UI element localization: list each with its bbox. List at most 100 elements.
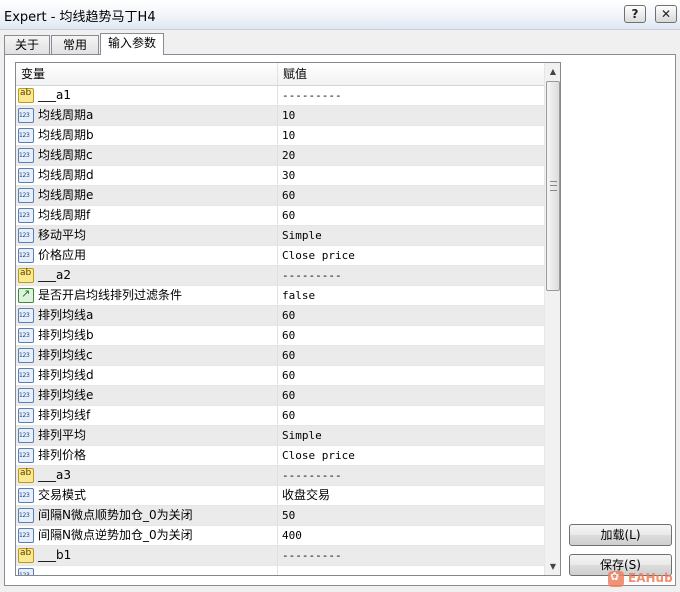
value-cell[interactable]: 60 xyxy=(278,366,544,385)
table-row[interactable]: 交易模式 收盘交易 xyxy=(16,486,544,506)
table-row[interactable]: ___b1 --------- xyxy=(16,546,544,566)
variable-cell[interactable]: 交易模式 xyxy=(16,486,278,505)
value-cell[interactable]: 60 xyxy=(278,326,544,345)
table-row[interactable]: 排列均线f 60 xyxy=(16,406,544,426)
value-cell[interactable]: 50 xyxy=(278,506,544,525)
value-cell[interactable]: 30 xyxy=(278,166,544,185)
value-cell[interactable]: Close price xyxy=(278,446,544,465)
table-row[interactable]: 排列均线d 60 xyxy=(16,366,544,386)
number-type-icon xyxy=(18,168,34,183)
variable-cell[interactable]: 均线周期d xyxy=(16,166,278,185)
variable-cell[interactable]: 排列均线b xyxy=(16,326,278,345)
table-row[interactable]: ___a2 --------- xyxy=(16,266,544,286)
value-cell[interactable]: 60 xyxy=(278,306,544,325)
table-row[interactable]: 均线周期b 10 xyxy=(16,126,544,146)
number-type-icon xyxy=(18,508,34,523)
variable-name: 移动平均 xyxy=(38,228,87,242)
variable-name: 均线周期c xyxy=(38,148,93,162)
value-cell[interactable]: Close price xyxy=(278,246,544,265)
value-cell[interactable]: --------- xyxy=(278,546,544,565)
variable-cell[interactable]: 均线周期c xyxy=(16,146,278,165)
variable-cell[interactable]: 间隔N微点顺势加仓_0为关闭 xyxy=(16,506,278,525)
tab-inputs[interactable]: 输入参数 xyxy=(100,33,164,55)
column-header-variable[interactable]: 变量 xyxy=(16,63,278,85)
boolean-type-icon xyxy=(18,287,34,303)
variable-cell[interactable]: 排列均线e xyxy=(16,386,278,405)
table-row[interactable]: 排列均线e 60 xyxy=(16,386,544,406)
watermark: EAHub xyxy=(608,570,676,588)
string-type-icon xyxy=(18,88,34,103)
value-cell[interactable]: 60 xyxy=(278,206,544,225)
number-type-icon xyxy=(18,428,34,443)
variable-cell[interactable]: ___a3 xyxy=(16,466,278,485)
vertical-scrollbar[interactable]: ▲ ▼ xyxy=(544,63,560,575)
value-cell[interactable]: 60 xyxy=(278,386,544,405)
variable-cell[interactable]: 是否开启均线排列过滤条件 xyxy=(16,286,278,305)
value-cell[interactable]: --------- xyxy=(278,466,544,485)
table-row[interactable]: 排列平均 Simple xyxy=(16,426,544,446)
value-cell[interactable]: 10 xyxy=(278,106,544,125)
variable-cell[interactable]: 排列价格 xyxy=(16,446,278,465)
value-cell[interactable]: --------- xyxy=(278,266,544,285)
help-button[interactable]: ? xyxy=(624,5,646,23)
variable-cell[interactable]: 排列平均 xyxy=(16,426,278,445)
value-cell[interactable]: 60 xyxy=(278,406,544,425)
variable-cell[interactable]: 排列均线f xyxy=(16,406,278,425)
variable-name: 间隔N微点顺势加仓_0为关闭 xyxy=(38,508,193,522)
variable-cell[interactable]: 排列均线c xyxy=(16,346,278,365)
variable-cell[interactable]: 价格应用 xyxy=(16,246,278,265)
value-cell[interactable] xyxy=(278,566,544,575)
load-button[interactable]: 加载(L) xyxy=(569,524,672,546)
variable-cell[interactable]: 移动平均 xyxy=(16,226,278,245)
value-cell[interactable]: 收盘交易 xyxy=(278,486,544,505)
value-cell[interactable]: 400 xyxy=(278,526,544,545)
tab-common[interactable]: 常用 xyxy=(51,35,99,54)
variable-cell[interactable]: 排列均线d xyxy=(16,366,278,385)
table-row[interactable]: 移动平均 Simple xyxy=(16,226,544,246)
table-row[interactable]: ___a3 --------- xyxy=(16,466,544,486)
value-cell[interactable]: Simple xyxy=(278,226,544,245)
table-row[interactable]: 间隔N微点逆势加仓_0为关闭 400 xyxy=(16,526,544,546)
table-row[interactable]: 排列均线c 60 xyxy=(16,346,544,366)
value-cell[interactable]: --------- xyxy=(278,86,544,105)
table-row[interactable]: 排列均线b 60 xyxy=(16,326,544,346)
table-row[interactable]: 均线周期d 30 xyxy=(16,166,544,186)
variable-cell[interactable]: 均线周期e xyxy=(16,186,278,205)
grip-icon xyxy=(550,181,557,191)
value-cell[interactable]: 10 xyxy=(278,126,544,145)
grid-header: 变量 赋值 xyxy=(16,63,544,86)
tab-about[interactable]: 关于 xyxy=(4,35,50,54)
value-cell[interactable]: Simple xyxy=(278,426,544,445)
table-row[interactable]: 排列价格 Close price xyxy=(16,446,544,466)
scroll-up-arrow-icon[interactable]: ▲ xyxy=(545,63,560,80)
variable-cell[interactable]: ___a2 xyxy=(16,266,278,285)
table-row[interactable]: 价格应用 Close price xyxy=(16,246,544,266)
scrollbar-thumb[interactable] xyxy=(546,81,560,291)
column-header-value[interactable]: 赋值 xyxy=(278,63,544,85)
variable-cell[interactable]: 均线周期f xyxy=(16,206,278,225)
table-row[interactable]: 均线周期e 60 xyxy=(16,186,544,206)
variable-cell[interactable]: ___b1 xyxy=(16,546,278,565)
value-cell[interactable]: false xyxy=(278,286,544,305)
variable-cell[interactable]: 均线周期b xyxy=(16,126,278,145)
close-button[interactable]: ✕ xyxy=(655,5,677,23)
table-row[interactable]: 均线周期c 20 xyxy=(16,146,544,166)
value-cell[interactable]: 20 xyxy=(278,146,544,165)
table-row[interactable]: ___a1 --------- xyxy=(16,86,544,106)
variable-cell[interactable]: 间隔N微点逆势加仓_0为关闭 xyxy=(16,526,278,545)
table-row[interactable]: 均线周期a 10 xyxy=(16,106,544,126)
table-row[interactable]: 间隔N微点顺势加仓_0为关闭 50 xyxy=(16,506,544,526)
table-row[interactable]: 是否开启均线排列过滤条件 false xyxy=(16,286,544,306)
value-cell[interactable]: 60 xyxy=(278,186,544,205)
variable-name: 排列均线d xyxy=(38,368,94,382)
variable-cell[interactable]: ___a1 xyxy=(16,86,278,105)
scroll-down-arrow-icon[interactable]: ▼ xyxy=(545,558,560,575)
variable-cell[interactable]: 均线周期a xyxy=(16,106,278,125)
variable-cell[interactable]: 排列均线a xyxy=(16,306,278,325)
variable-cell[interactable] xyxy=(16,566,278,575)
table-row[interactable] xyxy=(16,566,544,575)
variable-name: 排列均线f xyxy=(38,408,91,422)
table-row[interactable]: 排列均线a 60 xyxy=(16,306,544,326)
table-row[interactable]: 均线周期f 60 xyxy=(16,206,544,226)
value-cell[interactable]: 60 xyxy=(278,346,544,365)
